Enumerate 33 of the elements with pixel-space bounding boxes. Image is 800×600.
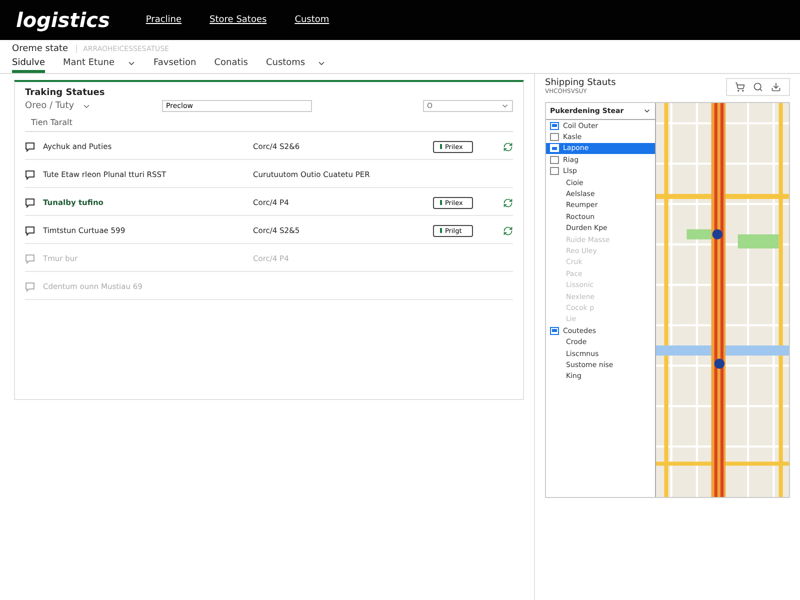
- tab[interactable]: Customs: [266, 56, 326, 73]
- checkbox[interactable]: [550, 167, 559, 176]
- nav-link[interactable]: Custom: [294, 15, 330, 25]
- tab[interactable]: Favsetion: [154, 56, 196, 73]
- comment-icon: [25, 254, 35, 264]
- tab[interactable]: Sidulve: [12, 56, 45, 73]
- chevron-down-icon: [643, 107, 651, 115]
- download-icon[interactable]: [771, 82, 781, 92]
- filter-dropdown[interactable]: Oreo / Tuty: [25, 101, 92, 111]
- search-icon[interactable]: [753, 82, 763, 92]
- sync-icon[interactable]: [503, 142, 513, 152]
- comment-icon: [25, 142, 35, 152]
- comment-icon: [25, 198, 35, 208]
- checkbox[interactable]: [550, 122, 559, 130]
- section-label: Tien Taralt: [25, 114, 513, 132]
- nav-link[interactable]: Pracline: [146, 15, 182, 25]
- sync-icon[interactable]: [503, 198, 513, 208]
- page-title: Oreme state: [12, 44, 68, 54]
- chevron-down-icon: [500, 102, 509, 110]
- nav-link[interactable]: Store Satoes: [210, 15, 267, 25]
- logo: logistics: [16, 8, 110, 32]
- checkbox[interactable]: [550, 133, 559, 142]
- comment-icon: [25, 282, 35, 292]
- cart-icon[interactable]: [735, 82, 745, 92]
- tab[interactable]: Mant Etune: [63, 56, 136, 73]
- checkbox[interactable]: [550, 326, 559, 335]
- tab[interactable]: Conatis: [214, 56, 248, 73]
- sync-icon[interactable]: [503, 226, 513, 236]
- checkbox[interactable]: [550, 156, 559, 164]
- panel-title: Shipping Stauts: [545, 78, 616, 88]
- comment-icon: [25, 170, 35, 180]
- panel-title: Traking Statues: [25, 88, 106, 98]
- comment-icon: [25, 226, 35, 236]
